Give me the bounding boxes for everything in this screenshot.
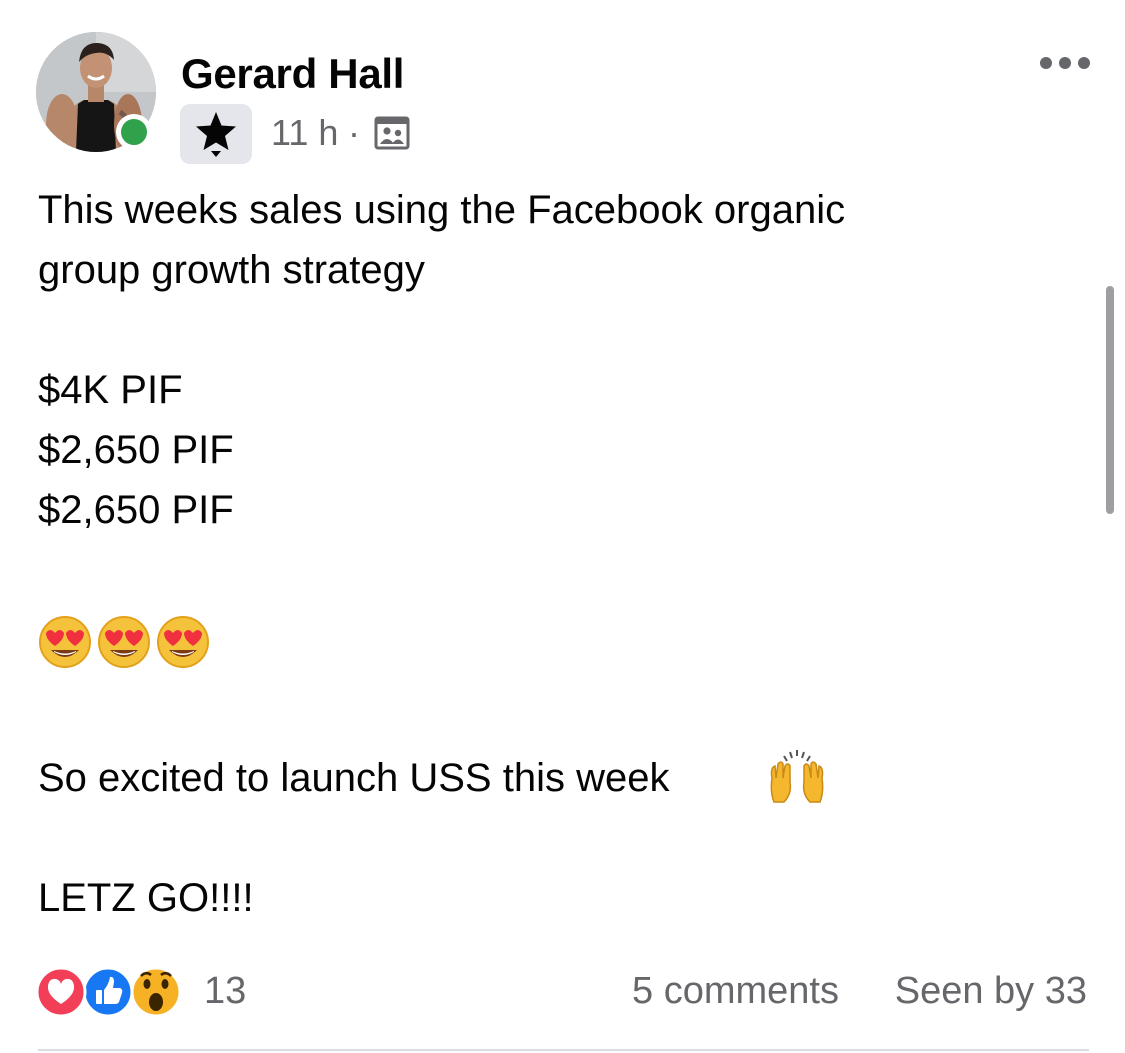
post-text-line: LETZ GO!!!! [38, 876, 254, 920]
post-timestamp[interactable]: 11 h [271, 112, 338, 154]
meta-separator: · [348, 112, 360, 153]
wow-reaction-icon [130, 966, 182, 1018]
more-options-icon [1040, 57, 1090, 69]
heart-eyes-emoji [157, 616, 209, 668]
love-reaction-icon [35, 966, 87, 1018]
heart-eyes-emoji [39, 616, 91, 668]
reaction-icons[interactable] [35, 964, 186, 1020]
like-reaction-icon [82, 966, 134, 1018]
star-badge-icon [196, 112, 236, 157]
star-badge[interactable] [180, 104, 252, 164]
reaction-count[interactable]: 13 [204, 970, 246, 1013]
scrollbar-thumb[interactable] [1106, 286, 1114, 514]
raising-hands-emoji [766, 748, 828, 806]
seen-by-count[interactable]: Seen by 33 [895, 970, 1087, 1013]
footer-divider [38, 1049, 1089, 1051]
heart-eyes-emoji [98, 616, 150, 668]
post-text-line: $4K PIF [38, 368, 183, 412]
post-text-line: $2,650 PIF [38, 488, 234, 532]
more-options-button[interactable] [1036, 48, 1094, 78]
emoji-row [38, 614, 218, 670]
online-status-indicator [116, 114, 152, 150]
post-text-line: $2,650 PIF [38, 428, 234, 472]
comments-count-link[interactable]: 5 comments [632, 970, 839, 1013]
post-text-line: group growth strategy [38, 248, 425, 292]
post-text-line: This weeks sales using the Facebook orga… [38, 188, 846, 232]
group-audience-icon [374, 116, 410, 150]
author-name[interactable]: Gerard Hall [181, 50, 404, 98]
post-text-line: So excited to launch USS this week [38, 756, 670, 800]
